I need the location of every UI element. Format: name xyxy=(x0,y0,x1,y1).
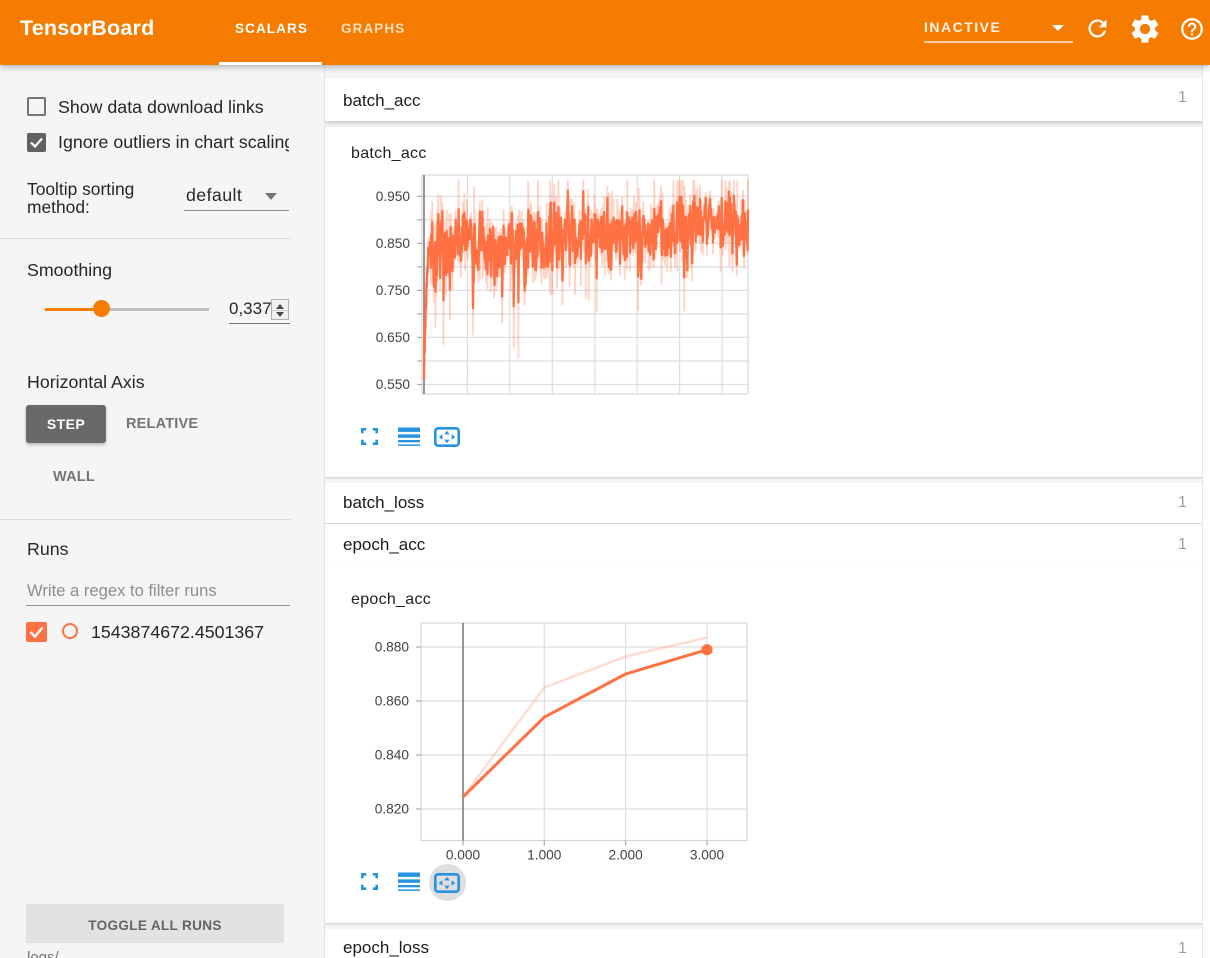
svg-text:0.750: 0.750 xyxy=(376,283,411,298)
svg-text:0.550: 0.550 xyxy=(376,377,411,392)
svg-text:0.880: 0.880 xyxy=(375,640,410,655)
svg-text:0.820: 0.820 xyxy=(375,802,410,817)
svg-text:0.860: 0.860 xyxy=(375,694,410,709)
svg-text:0.000: 0.000 xyxy=(446,848,481,863)
svg-text:0.650: 0.650 xyxy=(376,330,411,345)
svg-text:0.850: 0.850 xyxy=(376,236,411,251)
svg-text:2.000: 2.000 xyxy=(608,848,643,863)
svg-text:3.000: 3.000 xyxy=(690,848,725,863)
svg-text:1.000: 1.000 xyxy=(527,848,562,863)
svg-text:0.840: 0.840 xyxy=(375,748,410,763)
svg-text:0.950: 0.950 xyxy=(376,189,411,204)
